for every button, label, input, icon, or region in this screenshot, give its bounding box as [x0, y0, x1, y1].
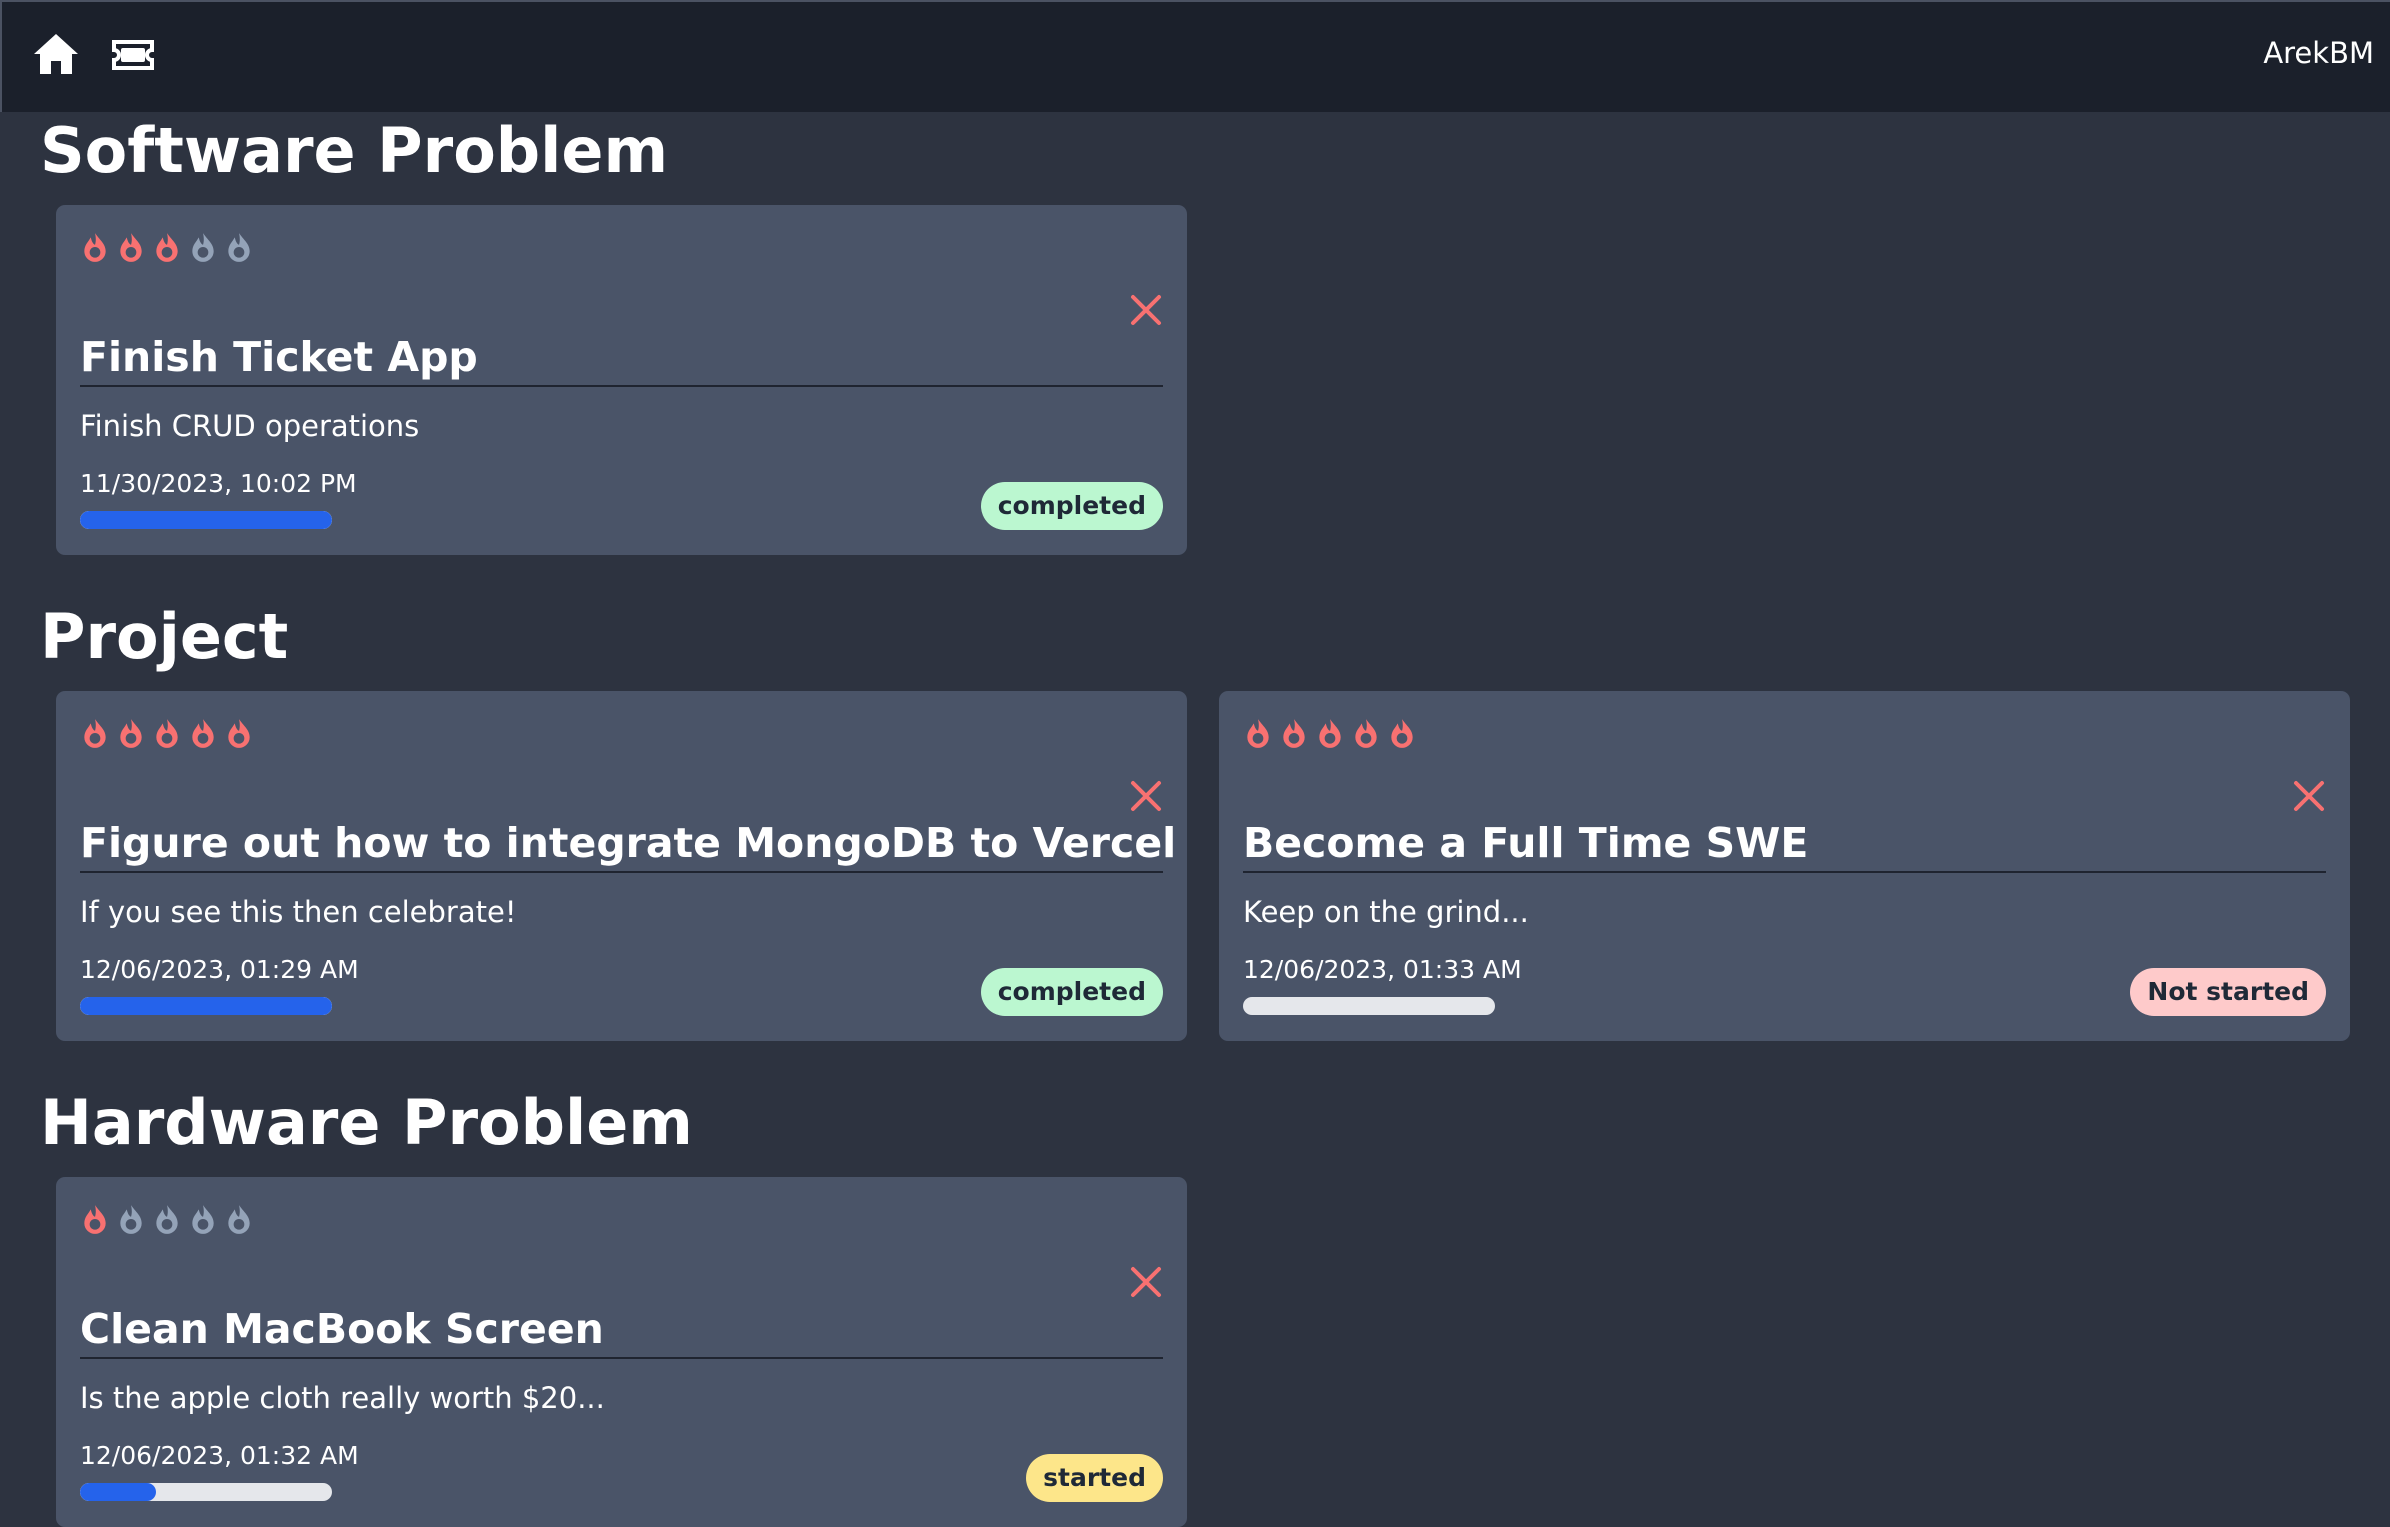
fire-icon [80, 717, 110, 749]
ticket-icon[interactable] [110, 38, 156, 76]
fire-icon [188, 1203, 218, 1235]
ticket-date: 12/06/2023, 01:29 AM [80, 955, 359, 984]
progress-fill [80, 997, 332, 1015]
navbar: ArekBM [0, 0, 2390, 112]
status-badge: completed [980, 968, 1163, 1016]
ticket-date: 12/06/2023, 01:33 AM [1243, 955, 1522, 984]
fire-icon [152, 1203, 182, 1235]
priority-display [1243, 717, 1417, 749]
ticket-date: 11/30/2023, 10:02 PM [80, 469, 357, 498]
home-icon[interactable] [32, 32, 80, 80]
ticket-title: Figure out how to integrate MongoDB to V… [80, 819, 1176, 873]
fire-icon [1387, 717, 1417, 749]
progress-bar [80, 1483, 332, 1501]
fire-icon [224, 1203, 254, 1235]
fire-icon [1243, 717, 1273, 749]
fire-icon [80, 1203, 110, 1235]
status-badge: started [1026, 1454, 1163, 1502]
delete-close-icon[interactable] [1129, 779, 1163, 813]
fire-icon [1351, 717, 1381, 749]
ticket-card[interactable]: Finish Ticket App Finish CRUD operations… [56, 205, 1187, 555]
fire-icon [152, 231, 182, 263]
fire-icon [188, 231, 218, 263]
progress-bar [1243, 997, 1495, 1015]
fire-icon [116, 231, 146, 263]
ticket-title: Clean MacBook Screen [80, 1305, 1163, 1359]
ticket-description: If you see this then celebrate! [80, 895, 517, 929]
status-badge: completed [980, 482, 1163, 530]
priority-display [80, 1203, 254, 1235]
fire-icon [1279, 717, 1309, 749]
fire-icon [116, 717, 146, 749]
ticket-description: Keep on the grind... [1243, 895, 1529, 929]
section-title: Project [40, 600, 289, 673]
progress-bar [80, 997, 332, 1015]
fire-icon [80, 231, 110, 263]
ticket-card[interactable]: Become a Full Time SWE Keep on the grind… [1219, 691, 2350, 1041]
section-title: Hardware Problem [40, 1086, 693, 1159]
priority-display [80, 717, 254, 749]
status-badge: Not started [2130, 968, 2326, 1016]
ticket-title: Finish Ticket App [80, 333, 1163, 387]
ticket-description: Is the apple cloth really worth $20... [80, 1381, 605, 1415]
fire-icon [224, 231, 254, 263]
fire-icon [188, 717, 218, 749]
progress-bar [80, 511, 332, 529]
fire-icon [152, 717, 182, 749]
ticket-date: 12/06/2023, 01:32 AM [80, 1441, 359, 1470]
delete-close-icon[interactable] [1129, 293, 1163, 327]
ticket-description: Finish CRUD operations [80, 409, 420, 443]
delete-close-icon[interactable] [1129, 1265, 1163, 1299]
ticket-card[interactable]: Clean MacBook Screen Is the apple cloth … [56, 1177, 1187, 1527]
user-name[interactable]: ArekBM [2263, 36, 2374, 70]
ticket-card[interactable]: Figure out how to integrate MongoDB to V… [56, 691, 1187, 1041]
fire-icon [1315, 717, 1345, 749]
delete-close-icon[interactable] [2292, 779, 2326, 813]
progress-fill [80, 1483, 156, 1501]
priority-display [80, 231, 254, 263]
progress-fill [80, 511, 332, 529]
section-title: Software Problem [40, 114, 669, 187]
fire-icon [116, 1203, 146, 1235]
ticket-title: Become a Full Time SWE [1243, 819, 2326, 873]
fire-icon [224, 717, 254, 749]
